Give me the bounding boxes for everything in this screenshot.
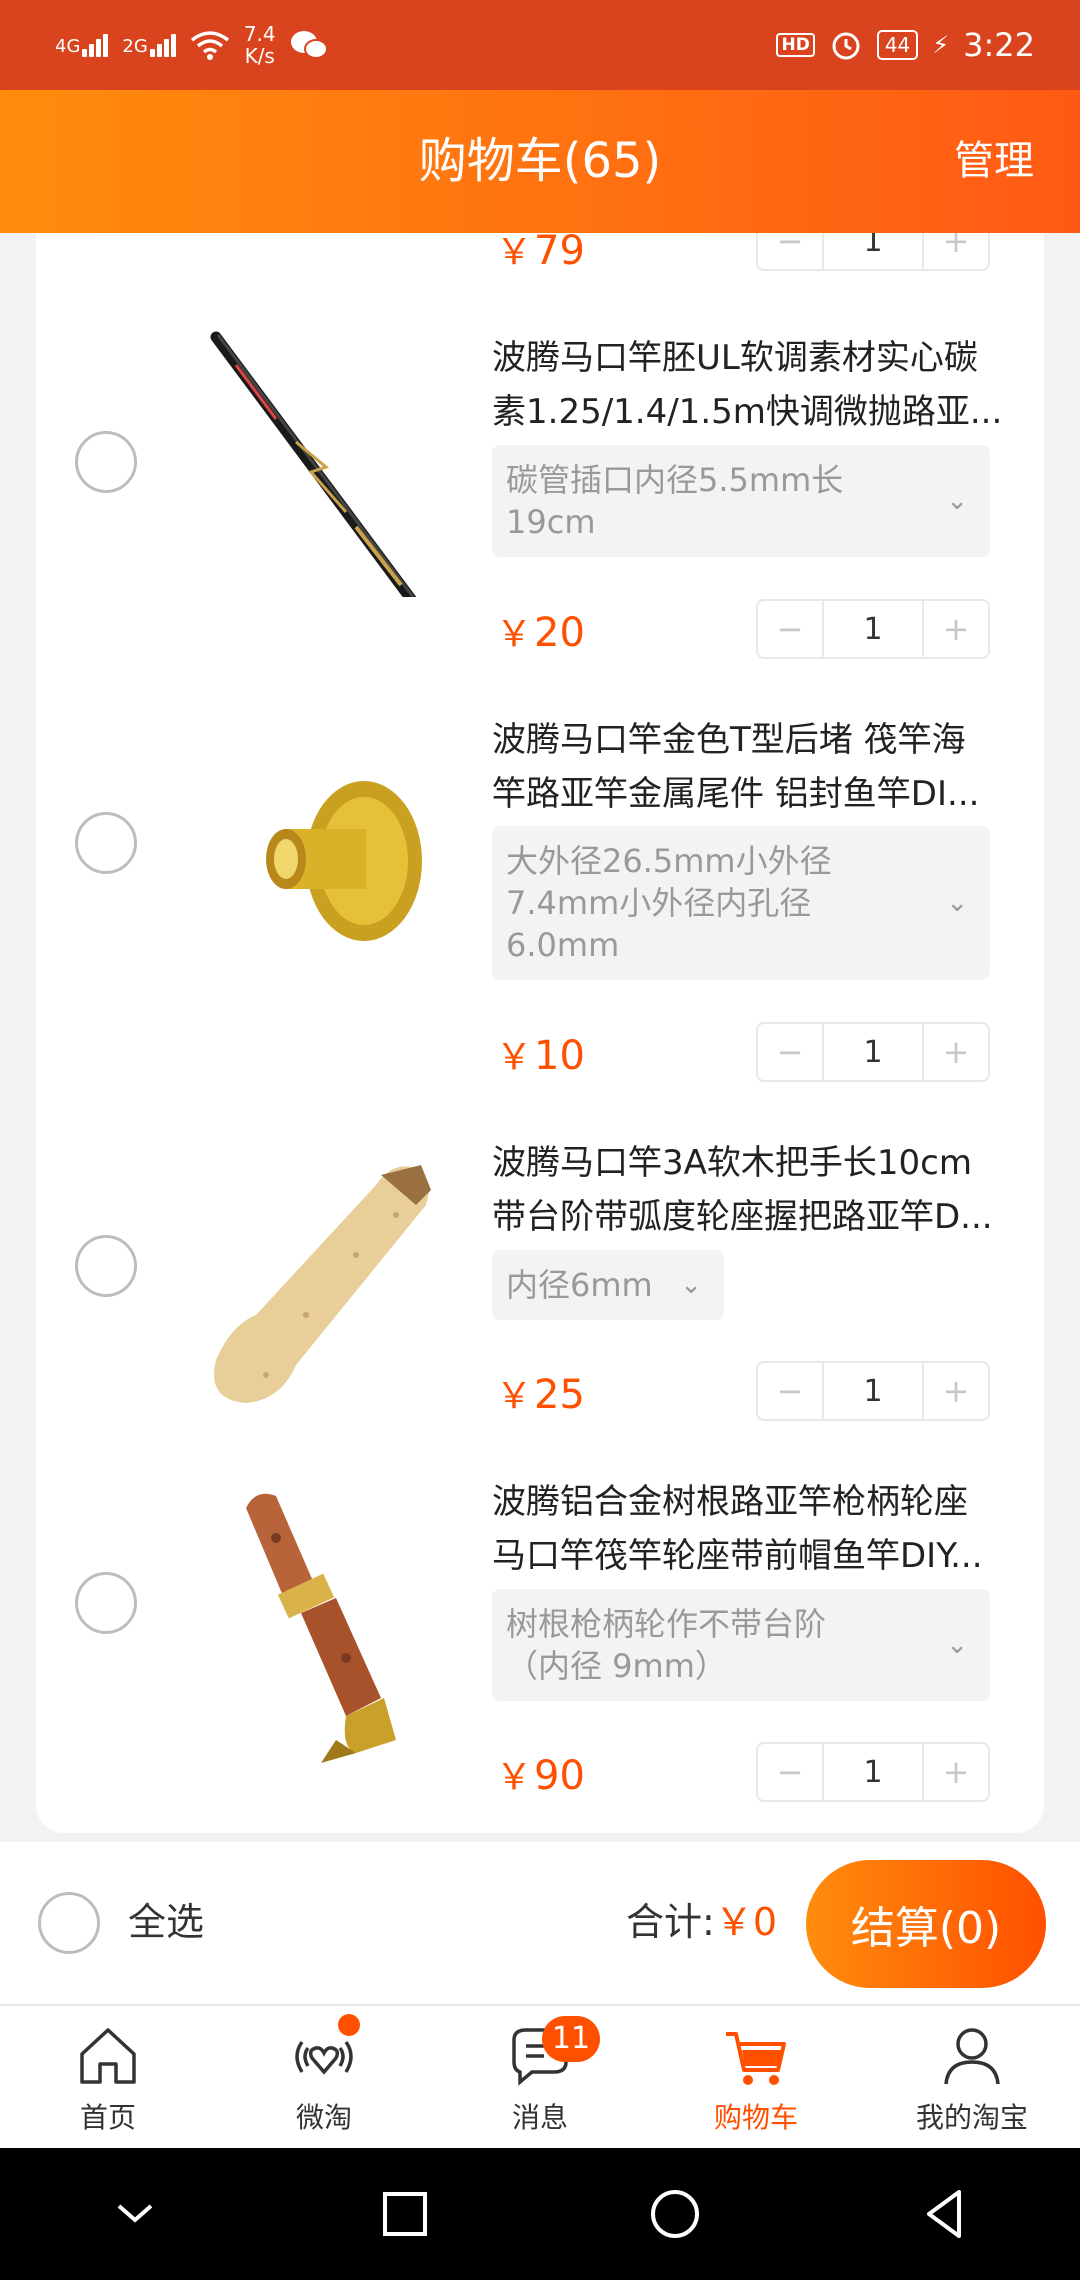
collapse-chevron-icon[interactable] [105, 2184, 165, 2244]
network-speed: 7.4 K/s [243, 22, 276, 68]
tab-home[interactable]: 首页 [0, 2006, 216, 2148]
header-bar: 购物车(65) 管理 [0, 90, 1080, 233]
checkout-bar: 全选 合计:￥0 结算(0) [0, 1842, 1080, 2004]
sku-selector[interactable]: 大外径26.5mm小外径 7.4mm小外径内孔径 6.0mm ⌄ [492, 826, 990, 980]
sku-selector[interactable]: 碳管插口内径5.5mm长 19cm ⌄ [492, 445, 990, 557]
battery-icon: 44 [876, 30, 919, 60]
quantity-value[interactable]: 1 [822, 601, 924, 657]
cart-list[interactable]: ￥79 − 1 + 波腾马口竿胚UL软调素材实心碳 素1.25/1.4/1.5m… [36, 233, 1044, 1833]
quantity-stepper[interactable]: − 1 + [756, 599, 990, 659]
status-bar: 4G 2G 7.4 K/s HD 44 ⚡ 3:22 [0, 0, 1080, 90]
page-title: 购物车(65) [418, 133, 662, 189]
system-navigation-bar [0, 2148, 1080, 2280]
item-title[interactable]: 波腾马口竿3A软木把手长10cm 带台阶带弧度轮座握把路亚竿D... [492, 1136, 1044, 1244]
chevron-down-icon: ⌄ [946, 486, 968, 516]
item-select-checkbox[interactable] [75, 1235, 137, 1297]
tab-profile[interactable]: 我的淘宝 [864, 2006, 1080, 2148]
increase-button[interactable]: + [924, 1024, 988, 1080]
profile-icon [944, 2028, 1000, 2085]
item-title[interactable]: 波腾马口竿金色T型后堵 筏竿海 竿路亚竿金属尾件 铝封鱼竿DI... [492, 713, 1044, 821]
chevron-down-icon: ⌄ [680, 1270, 702, 1300]
item-price: ￥20 [496, 610, 585, 656]
select-all-checkbox[interactable] [38, 1892, 100, 1954]
quantity-stepper[interactable]: − 1 + [756, 233, 990, 271]
cell-signal-2-icon: 2G [122, 33, 176, 57]
increase-button[interactable]: + [924, 601, 988, 657]
product-image[interactable] [206, 1478, 466, 1763]
item-select-checkbox[interactable] [75, 431, 137, 493]
increase-button[interactable]: + [924, 1744, 988, 1800]
decrease-button[interactable]: − [758, 1363, 822, 1419]
cell-signal-1-icon: 4G [55, 33, 109, 57]
recent-apps-icon[interactable] [375, 2184, 435, 2244]
item-price: ￥10 [496, 1033, 585, 1079]
select-all-label[interactable]: 全选 [128, 1892, 204, 1952]
notification-dot [338, 2014, 360, 2036]
wechat-icon [290, 31, 328, 59]
alarm-icon [832, 32, 860, 60]
tab-weitao[interactable]: 微淘 [216, 2006, 432, 2148]
quantity-value[interactable]: 1 [822, 1363, 924, 1419]
product-image[interactable] [216, 743, 456, 983]
product-image[interactable] [176, 327, 446, 597]
bottom-tab-bar: 首页 微淘 11 消息 购物车 我的淘宝 [0, 2004, 1080, 2148]
manage-button[interactable]: 管理 [954, 90, 1034, 233]
hd-icon: HD [776, 33, 815, 57]
item-select-checkbox[interactable] [75, 812, 137, 874]
charging-icon: ⚡ [932, 31, 950, 59]
cart-icon [726, 2032, 786, 2085]
item-price: ￥90 [496, 1753, 585, 1799]
item-select-checkbox[interactable] [75, 1572, 137, 1634]
quantity-stepper[interactable]: − 1 + [756, 1361, 990, 1421]
checkout-button[interactable]: 结算(0) [806, 1860, 1046, 1988]
clock: 3:22 [963, 26, 1035, 64]
decrease-button[interactable]: − [758, 601, 822, 657]
quantity-stepper[interactable]: − 1 + [756, 1742, 990, 1802]
quantity-stepper[interactable]: − 1 + [756, 1022, 990, 1082]
total-price: 合计:￥0 [626, 1900, 777, 1944]
tab-cart[interactable]: 购物车 [648, 2006, 864, 2148]
increase-button[interactable]: + [924, 233, 988, 269]
product-image[interactable] [186, 1145, 476, 1415]
home-icon [80, 2028, 136, 2084]
home-circle-icon[interactable] [645, 2184, 705, 2244]
quantity-value[interactable]: 1 [822, 1024, 924, 1080]
decrease-button[interactable]: − [758, 233, 822, 269]
chevron-down-icon: ⌄ [946, 888, 968, 918]
item-title[interactable]: 波腾马口竿胚UL软调素材实心碳 素1.25/1.4/1.5m快调微抛路亚... [492, 331, 1044, 439]
message-badge: 11 [542, 2016, 600, 2062]
decrease-button[interactable]: − [758, 1744, 822, 1800]
quantity-value[interactable]: 1 [822, 233, 924, 269]
item-title[interactable]: 波腾铝合金树根路亚竿枪柄轮座 马口竿筏竿轮座带前帽鱼竿DIY... [492, 1475, 1044, 1583]
item-price: ￥79 [496, 233, 585, 274]
wifi-icon [190, 31, 229, 60]
item-price: ￥25 [496, 1372, 585, 1418]
increase-button[interactable]: + [924, 1363, 988, 1419]
sku-selector[interactable]: 内径6mm ⌄ [492, 1250, 724, 1320]
decrease-button[interactable]: − [758, 1024, 822, 1080]
quantity-value[interactable]: 1 [822, 1744, 924, 1800]
partial-cart-item: ￥79 − 1 + [36, 233, 1044, 283]
chevron-down-icon: ⌄ [946, 1630, 968, 1660]
back-triangle-icon[interactable] [915, 2184, 975, 2244]
tab-messages[interactable]: 11 消息 [432, 2006, 648, 2148]
sku-selector[interactable]: 树根枪柄轮作不带台阶 （内径 9mm） ⌄ [492, 1589, 990, 1701]
